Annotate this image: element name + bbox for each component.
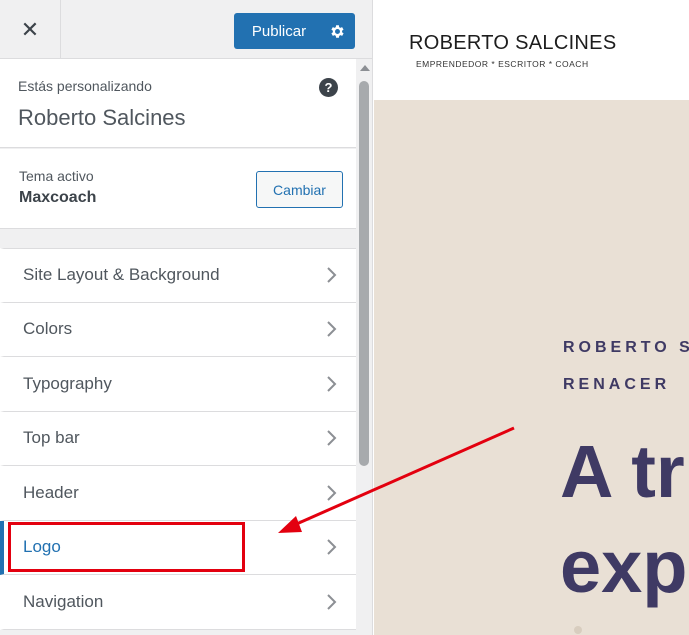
customizer-sidebar: ✕ Publicar Estás personalizando Roberto …	[0, 0, 373, 635]
hero-heading: exp	[560, 525, 688, 608]
gear-icon	[330, 24, 344, 38]
menu-item-label: Header	[23, 482, 79, 502]
menu-item-label: Typography	[23, 373, 112, 393]
change-theme-button[interactable]: Cambiar	[256, 171, 343, 208]
hero-kicker: RENACER	[563, 376, 671, 393]
preview-header: ROBERTO SALCINES EMPRENDEDOR * ESCRITOR …	[374, 0, 689, 100]
menu-item-colors[interactable]: Colors	[0, 302, 356, 357]
hero-heading: A tr	[560, 430, 685, 513]
customizing-label: Estás personalizando	[18, 78, 152, 94]
publish-button[interactable]: Publicar	[234, 13, 319, 49]
hero-kicker: ROBERTO S	[563, 339, 689, 356]
menu-item-top-bar[interactable]: Top bar	[0, 411, 356, 466]
chevron-right-icon	[327, 430, 337, 446]
help-icon[interactable]: ?	[319, 78, 338, 97]
menu-item-label: Colors	[23, 319, 73, 339]
chevron-right-icon	[327, 267, 337, 283]
site-title: Roberto Salcines	[18, 105, 186, 130]
menu-item-logo[interactable]: Logo	[0, 520, 356, 575]
menu-item-typography[interactable]: Typography	[0, 357, 356, 412]
menu-item-label: Navigation	[23, 591, 104, 611]
site-logo-tagline: EMPRENDEDOR * ESCRITOR * COACH	[416, 59, 589, 69]
scrollbar-thumb[interactable]	[359, 81, 369, 466]
active-theme-label: Tema activo	[19, 168, 94, 184]
menu-item-label: Site Layout & Background	[23, 265, 220, 285]
close-icon: ✕	[20, 16, 40, 42]
menu-item-navigation[interactable]: Navigation	[0, 575, 356, 630]
customizer-header: ✕ Publicar	[0, 0, 372, 59]
active-theme-name: Maxcoach	[19, 189, 97, 206]
publish-settings-button[interactable]	[319, 13, 355, 49]
chevron-right-icon	[327, 485, 337, 501]
menu-item-label: Top bar	[23, 428, 80, 448]
sidebar-scrollbar[interactable]	[356, 59, 372, 635]
active-theme-section: Tema activo Maxcoach Cambiar	[0, 149, 356, 229]
customizer-panel: Estás personalizando Roberto Salcines ? …	[0, 59, 356, 635]
publish-button-group: Publicar	[234, 13, 355, 49]
site-preview: ROBERTO SALCINES EMPRENDEDOR * ESCRITOR …	[374, 0, 689, 635]
site-logo-title[interactable]: ROBERTO SALCINES	[409, 32, 616, 55]
chevron-right-icon	[327, 539, 337, 555]
chevron-right-icon	[327, 376, 337, 392]
scroll-up-arrow-icon[interactable]	[360, 65, 370, 71]
menu-item-label: Logo	[23, 537, 61, 557]
chevron-right-icon	[327, 321, 337, 337]
decorative-dot	[574, 626, 582, 634]
menu-item-header[interactable]: Header	[0, 466, 356, 521]
customizing-info: Estás personalizando Roberto Salcines ?	[0, 59, 356, 148]
close-customizer-button[interactable]: ✕	[0, 0, 61, 59]
customizer-menu: Site Layout & Background Colors Typograp…	[0, 248, 356, 630]
chevron-right-icon	[327, 594, 337, 610]
menu-item-site-layout[interactable]: Site Layout & Background	[0, 248, 356, 303]
